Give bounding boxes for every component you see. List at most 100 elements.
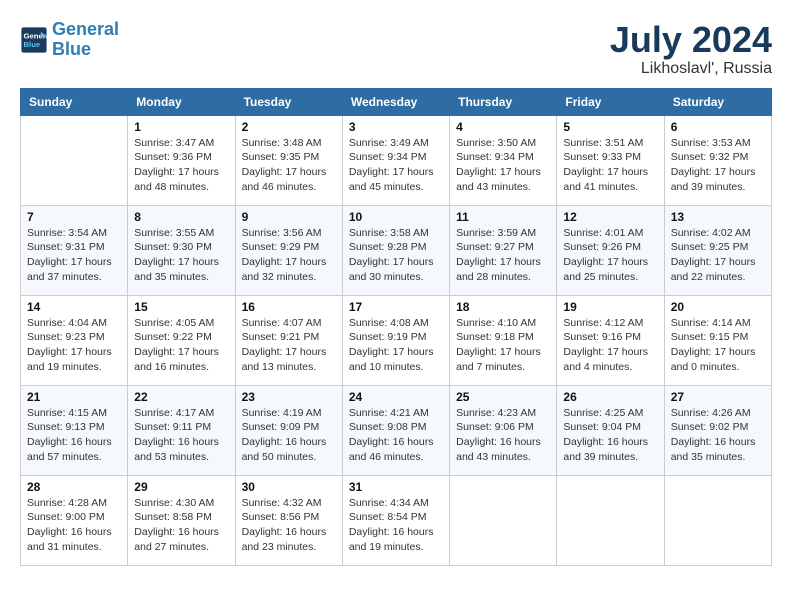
day-number: 1: [134, 120, 228, 134]
weekday-header-friday: Friday: [557, 88, 664, 115]
day-info: Sunrise: 3:55 AM Sunset: 9:30 PM Dayligh…: [134, 226, 228, 285]
day-info: Sunrise: 3:50 AM Sunset: 9:34 PM Dayligh…: [456, 136, 550, 195]
day-info: Sunrise: 3:56 AM Sunset: 9:29 PM Dayligh…: [242, 226, 336, 285]
day-number: 29: [134, 480, 228, 494]
day-info: Sunrise: 3:47 AM Sunset: 9:36 PM Dayligh…: [134, 136, 228, 195]
day-info: Sunrise: 4:07 AM Sunset: 9:21 PM Dayligh…: [242, 316, 336, 375]
weekday-header-monday: Monday: [128, 88, 235, 115]
day-info: Sunrise: 4:14 AM Sunset: 9:15 PM Dayligh…: [671, 316, 765, 375]
day-info: Sunrise: 4:12 AM Sunset: 9:16 PM Dayligh…: [563, 316, 657, 375]
day-info: Sunrise: 3:58 AM Sunset: 9:28 PM Dayligh…: [349, 226, 443, 285]
calendar-cell: 30 Sunrise: 4:32 AM Sunset: 8:56 PM Dayli…: [235, 475, 342, 565]
day-number: 14: [27, 300, 121, 314]
day-info: Sunrise: 4:25 AM Sunset: 9:04 PM Dayligh…: [563, 406, 657, 465]
calendar-cell: 2Sunrise: 3:48 AM Sunset: 9:35 PM Daylig…: [235, 115, 342, 205]
day-info: Sunrise: 3:53 AM Sunset: 9:32 PM Dayligh…: [671, 136, 765, 195]
day-info: Sunrise: 4:34 AM Sunset: 8:54 PM Dayligh…: [349, 496, 443, 555]
week-row-4: 21 Sunrise: 4:15 AM Sunset: 9:13 PM Dayli…: [21, 385, 772, 475]
calendar-cell: 4Sunrise: 3:50 AM Sunset: 9:34 PM Daylig…: [450, 115, 557, 205]
day-info: Sunrise: 4:01 AM Sunset: 9:26 PM Dayligh…: [563, 226, 657, 285]
day-info: Sunrise: 4:15 AM Sunset: 9:13 PM Dayligh…: [27, 406, 121, 465]
day-number: 20: [671, 300, 765, 314]
calendar-cell: 27 Sunrise: 4:26 AM Sunset: 9:02 PM Dayli…: [664, 385, 771, 475]
day-info: Sunrise: 4:23 AM Sunset: 9:06 PM Dayligh…: [456, 406, 550, 465]
calendar-cell: 29 Sunrise: 4:30 AM Sunset: 8:58 PM Dayli…: [128, 475, 235, 565]
day-info: Sunrise: 3:59 AM Sunset: 9:27 PM Dayligh…: [456, 226, 550, 285]
day-number: 22: [134, 390, 228, 404]
day-number: 26: [563, 390, 657, 404]
calendar-cell: 8 Sunrise: 3:55 AM Sunset: 9:30 PM Daylig…: [128, 205, 235, 295]
day-number: 23: [242, 390, 336, 404]
calendar-cell: [21, 115, 128, 205]
day-info: Sunrise: 3:54 AM Sunset: 9:31 PM Dayligh…: [27, 226, 121, 285]
day-number: 27: [671, 390, 765, 404]
day-info: Sunrise: 4:17 AM Sunset: 9:11 PM Dayligh…: [134, 406, 228, 465]
day-number: 13: [671, 210, 765, 224]
day-info: Sunrise: 4:30 AM Sunset: 8:58 PM Dayligh…: [134, 496, 228, 555]
calendar-cell: 11 Sunrise: 3:59 AM Sunset: 9:27 PM Dayli…: [450, 205, 557, 295]
calendar-cell: [450, 475, 557, 565]
calendar-cell: 21 Sunrise: 4:15 AM Sunset: 9:13 PM Dayli…: [21, 385, 128, 475]
week-row-3: 14 Sunrise: 4:04 AM Sunset: 9:23 PM Dayli…: [21, 295, 772, 385]
day-number: 21: [27, 390, 121, 404]
calendar-cell: 7Sunrise: 3:54 AM Sunset: 9:31 PM Daylig…: [21, 205, 128, 295]
day-number: 28: [27, 480, 121, 494]
calendar-cell: 16 Sunrise: 4:07 AM Sunset: 9:21 PM Dayli…: [235, 295, 342, 385]
calendar-cell: 23Sunrise: 4:19 AM Sunset: 9:09 PM Dayli…: [235, 385, 342, 475]
week-row-2: 7Sunrise: 3:54 AM Sunset: 9:31 PM Daylig…: [21, 205, 772, 295]
calendar-cell: 20 Sunrise: 4:14 AM Sunset: 9:15 PM Dayli…: [664, 295, 771, 385]
day-info: Sunrise: 4:02 AM Sunset: 9:25 PM Dayligh…: [671, 226, 765, 285]
day-number: 3: [349, 120, 443, 134]
weekday-header-row: SundayMondayTuesdayWednesdayThursdayFrid…: [21, 88, 772, 115]
calendar-cell: 9 Sunrise: 3:56 AM Sunset: 9:29 PM Daylig…: [235, 205, 342, 295]
calendar-cell: 1 Sunrise: 3:47 AM Sunset: 9:36 PM Daylig…: [128, 115, 235, 205]
weekday-header-thursday: Thursday: [450, 88, 557, 115]
day-number: 15: [134, 300, 228, 314]
calendar-table: SundayMondayTuesdayWednesdayThursdayFrid…: [20, 88, 772, 566]
day-number: 24: [349, 390, 443, 404]
weekday-header-tuesday: Tuesday: [235, 88, 342, 115]
day-number: 25: [456, 390, 550, 404]
calendar-cell: 12 Sunrise: 4:01 AM Sunset: 9:26 PM Dayli…: [557, 205, 664, 295]
calendar-cell: 13 Sunrise: 4:02 AM Sunset: 9:25 PM Dayli…: [664, 205, 771, 295]
location-title: Likhoslavl', Russia: [610, 60, 772, 78]
day-number: 19: [563, 300, 657, 314]
calendar-cell: 5 Sunrise: 3:51 AM Sunset: 9:33 PM Daylig…: [557, 115, 664, 205]
day-number: 12: [563, 210, 657, 224]
calendar-cell: [664, 475, 771, 565]
day-number: 6: [671, 120, 765, 134]
day-number: 11: [456, 210, 550, 224]
day-number: 10: [349, 210, 443, 224]
week-row-1: 1 Sunrise: 3:47 AM Sunset: 9:36 PM Daylig…: [21, 115, 772, 205]
day-info: Sunrise: 3:51 AM Sunset: 9:33 PM Dayligh…: [563, 136, 657, 195]
calendar-cell: 25 Sunrise: 4:23 AM Sunset: 9:06 PM Dayli…: [450, 385, 557, 475]
calendar-cell: 3Sunrise: 3:49 AM Sunset: 9:34 PM Daylig…: [342, 115, 449, 205]
day-number: 30: [242, 480, 336, 494]
calendar-cell: 18 Sunrise: 4:10 AM Sunset: 9:18 PM Dayli…: [450, 295, 557, 385]
day-number: 18: [456, 300, 550, 314]
calendar-cell: 15Sunrise: 4:05 AM Sunset: 9:22 PM Dayli…: [128, 295, 235, 385]
calendar-cell: 6 Sunrise: 3:53 AM Sunset: 9:32 PM Daylig…: [664, 115, 771, 205]
day-info: Sunrise: 4:26 AM Sunset: 9:02 PM Dayligh…: [671, 406, 765, 465]
day-number: 8: [134, 210, 228, 224]
day-number: 16: [242, 300, 336, 314]
day-number: 17: [349, 300, 443, 314]
calendar-cell: 24Sunrise: 4:21 AM Sunset: 9:08 PM Dayli…: [342, 385, 449, 475]
day-info: Sunrise: 4:10 AM Sunset: 9:18 PM Dayligh…: [456, 316, 550, 375]
day-number: 9: [242, 210, 336, 224]
logo-icon: General Blue: [20, 26, 48, 54]
weekday-header-saturday: Saturday: [664, 88, 771, 115]
calendar-cell: 19 Sunrise: 4:12 AM Sunset: 9:16 PM Dayli…: [557, 295, 664, 385]
header: General Blue GeneralBlue July 2024 Likho…: [20, 20, 772, 78]
day-info: Sunrise: 4:08 AM Sunset: 9:19 PM Dayligh…: [349, 316, 443, 375]
day-number: 5: [563, 120, 657, 134]
day-info: Sunrise: 4:32 AM Sunset: 8:56 PM Dayligh…: [242, 496, 336, 555]
day-info: Sunrise: 3:48 AM Sunset: 9:35 PM Dayligh…: [242, 136, 336, 195]
calendar-cell: [557, 475, 664, 565]
title-area: July 2024 Likhoslavl', Russia: [610, 20, 772, 78]
calendar-cell: 17 Sunrise: 4:08 AM Sunset: 9:19 PM Dayli…: [342, 295, 449, 385]
weekday-header-sunday: Sunday: [21, 88, 128, 115]
calendar-cell: 10 Sunrise: 3:58 AM Sunset: 9:28 PM Dayli…: [342, 205, 449, 295]
svg-text:Blue: Blue: [24, 40, 41, 49]
day-info: Sunrise: 4:04 AM Sunset: 9:23 PM Dayligh…: [27, 316, 121, 375]
